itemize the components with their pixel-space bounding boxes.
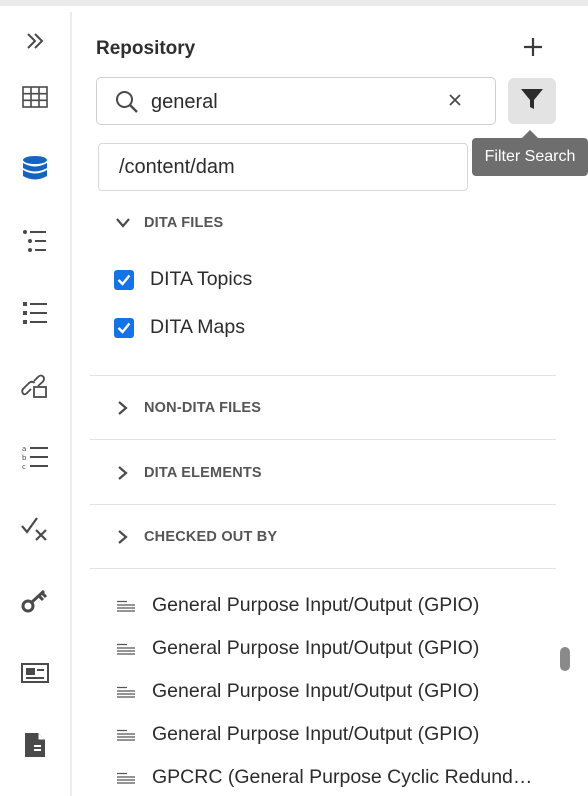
topic-file-icon [116,727,140,743]
checkbox-label: DITA Topics [150,268,253,290]
topic-file-icon [116,598,140,614]
left-rail: abc [0,12,72,796]
topic-file-icon [116,641,140,657]
search-icon [115,90,139,119]
divider [90,504,556,505]
result-title: General Purpose Input/Output (GPIO) [152,594,480,616]
result-title: GPCRC (General Purpose Cyclic Redundanc.… [152,766,542,788]
rail-list-button[interactable] [12,290,58,336]
chevron-right-icon [112,397,134,419]
outline-list-icon [22,229,48,253]
double-chevron-right-icon [23,29,47,53]
add-button[interactable] [516,32,550,66]
filter-search-button[interactable] [508,78,556,124]
checkbox-dita-topics[interactable]: DITA Topics [114,268,252,291]
checkbox-label: DITA Maps [150,316,245,338]
plus-icon [523,37,543,62]
expand-rail-button[interactable] [12,18,58,64]
funnel-icon [520,87,544,116]
rail-abc-list-button[interactable]: abc [12,434,58,480]
section-dita-elements[interactable]: DITA ELEMENTS [112,462,262,484]
result-item[interactable]: GPCRC (General Purpose Cyclic Redundanc.… [116,766,556,789]
app-frame: abc Repository general /content/dam Filt… [0,0,588,796]
svg-text:b: b [22,454,27,462]
check-x-icon [21,516,49,542]
checkbox-dita-maps[interactable]: DITA Maps [114,316,245,339]
chevron-down-icon [112,212,134,234]
result-item[interactable]: General Purpose Input/Output (GPIO) [116,680,556,703]
divider [90,568,556,569]
repository-panel: Repository /content/dam Filter Search [72,12,588,796]
rail-image-card-button[interactable] [12,650,58,696]
svg-text:a: a [22,445,26,453]
section-label: NON-DITA FILES [144,400,262,416]
topic-file-icon [116,770,140,786]
divider [90,375,556,376]
close-icon [449,93,461,111]
clear-search-button[interactable] [443,90,467,114]
result-item[interactable]: General Purpose Input/Output (GPIO) [116,594,556,617]
checkbox-checked-icon [114,269,134,290]
search-field [96,77,496,125]
grid-table-icon [22,86,48,108]
chevron-right-icon [112,526,134,548]
result-title: General Purpose Input/Output (GPIO) [152,680,480,702]
svg-text:c: c [22,463,26,471]
rail-grid-button[interactable] [12,74,58,120]
section-label: DITA ELEMENTS [144,465,262,481]
chevron-right-icon [112,462,134,484]
link-icon [21,373,49,399]
image-card-icon [21,661,49,685]
section-label: DITA FILES [144,215,224,231]
rail-keys-button[interactable] [12,578,58,624]
section-label: CHECKED OUT BY [144,529,278,545]
checkbox-checked-icon [114,317,134,338]
section-checked-out-by[interactable]: CHECKED OUT BY [112,526,277,548]
rail-review-button[interactable] [12,506,58,552]
topic-file-icon [116,684,140,700]
document-icon [23,732,47,758]
rail-outline-button[interactable] [12,218,58,264]
abc-list-icon: abc [21,443,49,471]
result-item[interactable]: General Purpose Input/Output (GPIO) [116,637,556,660]
result-item[interactable]: General Purpose Input/Output (GPIO) [116,723,556,746]
database-icon [22,155,48,181]
rail-document-button[interactable] [12,722,58,768]
rail-repository-button[interactable] [12,145,58,191]
panel-title: Repository [96,38,196,59]
search-input[interactable] [151,86,441,118]
rail-links-button[interactable] [12,363,58,409]
filter-search-tooltip: Filter Search [472,130,588,176]
result-title: General Purpose Input/Output (GPIO) [152,723,480,745]
divider [90,439,556,440]
path-field[interactable]: /content/dam [98,143,468,191]
section-dita-files[interactable]: DITA FILES [112,212,223,234]
results-scrollbar[interactable] [560,647,570,671]
bullet-list-icon [22,301,48,325]
section-non-dita-files[interactable]: NON-DITA FILES [112,397,261,419]
key-icon [21,588,49,614]
result-title: General Purpose Input/Output (GPIO) [152,637,480,659]
